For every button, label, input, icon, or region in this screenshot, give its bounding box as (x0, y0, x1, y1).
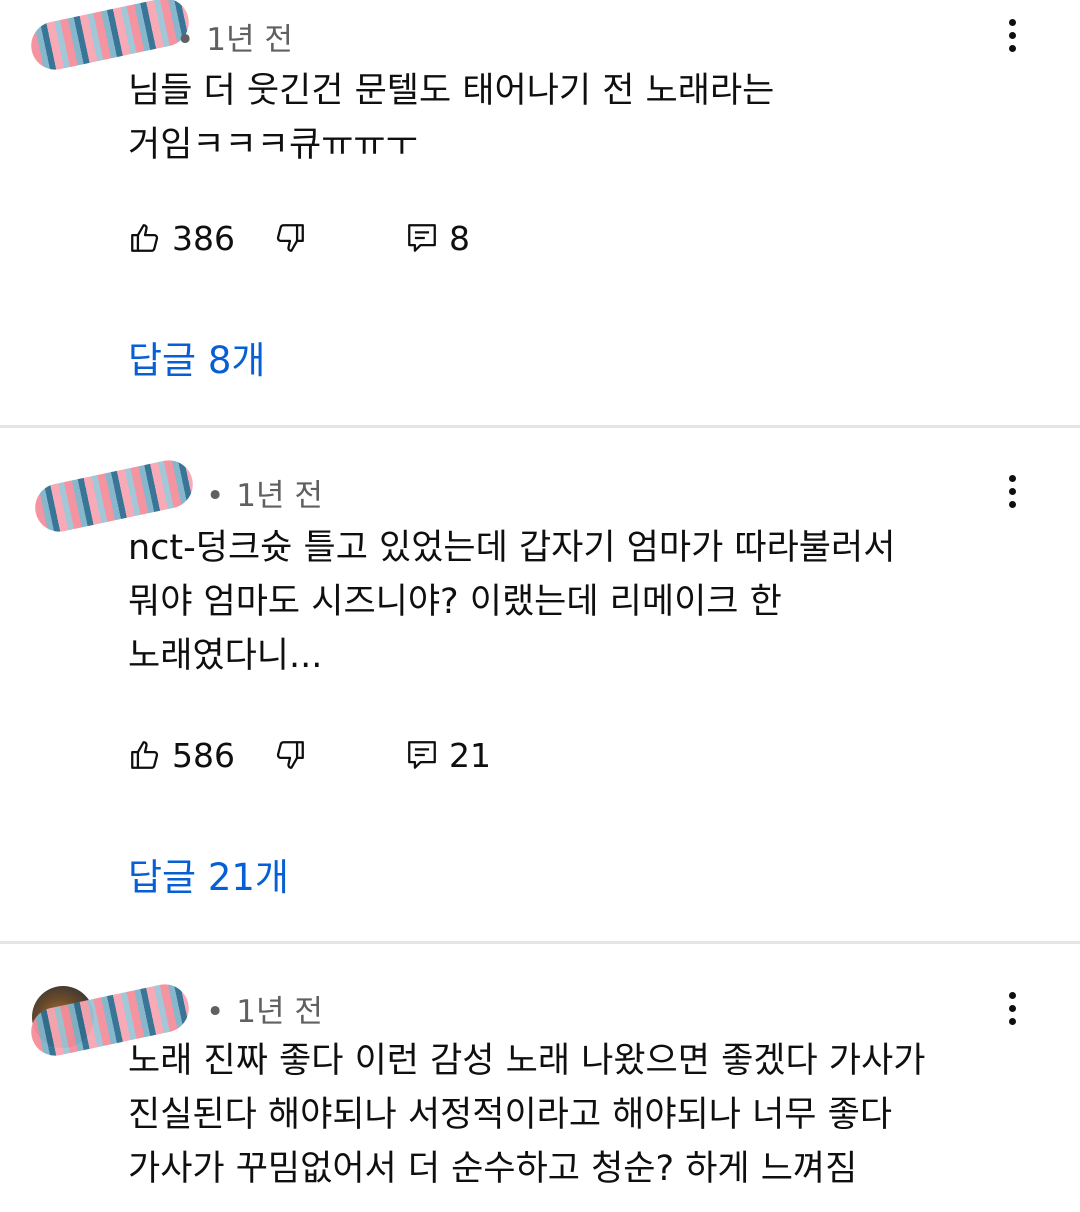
like-button[interactable]: 586 (128, 736, 235, 775)
comment-text-line: 노래였다니... (128, 636, 323, 676)
comment-text-line: 거임ㅋㅋㅋ큐ㅠㅠㅜ (128, 125, 418, 165)
like-button[interactable]: 386 (128, 219, 235, 258)
comment-time: 1년 전 (236, 478, 323, 514)
reply-icon (405, 221, 439, 255)
comment-meta: • 1년 전 (206, 470, 323, 515)
more-vertical-icon[interactable] (992, 469, 1032, 513)
more-vertical-icon[interactable] (992, 986, 1032, 1030)
comment-text-line: nct-덩크슛 틀고 있었는데 갑자기 엄마가 따라불러서 (128, 528, 896, 568)
meta-dot: • (176, 22, 195, 58)
divider (0, 425, 1080, 428)
comment-actions: 386 8 (128, 216, 470, 260)
comment-text-line: 님들 더 웃긴건 문텔도 태어나기 전 노래라는 (128, 71, 775, 111)
comment-text: nct-덩크슛 틀고 있었는데 갑자기 엄마가 따라불러서 뭐야 엄마도 시즈니… (128, 521, 895, 683)
comment-text-line: 노래 진짜 좋다 이런 감성 노래 나왔으면 좋겠다 가사가 (128, 1041, 926, 1081)
comment-text-line: 가사가 꾸밈없어서 더 순수하고 청순? 하게 느껴짐 (128, 1149, 858, 1189)
thumbs-up-icon (128, 221, 162, 255)
divider (0, 941, 1080, 944)
thumbs-down-icon (273, 738, 307, 772)
avatar-redacted[interactable] (26, 0, 194, 75)
reply-button[interactable]: 8 (405, 219, 470, 258)
view-replies-link[interactable]: 답글 21개 (128, 847, 289, 901)
meta-dot: • (206, 994, 225, 1030)
more-vertical-icon[interactable] (992, 13, 1032, 57)
like-count: 586 (172, 735, 235, 775)
thumbs-up-icon (128, 738, 162, 772)
comment-text: 님들 더 웃긴건 문텔도 태어나기 전 노래라는 거임ㅋㅋㅋ큐ㅠㅠㅜ (128, 64, 774, 172)
thumbs-down-icon (273, 221, 307, 255)
comment-time: 1년 전 (236, 994, 323, 1030)
comment-time: 1년 전 (206, 22, 293, 58)
dislike-button[interactable] (273, 738, 307, 772)
comment-text-line: 뭐야 엄마도 시즈니야? 이랬는데 리메이크 한 (128, 582, 782, 622)
reply-button[interactable]: 21 (405, 736, 491, 775)
comment-meta: • 1년 전 (206, 986, 323, 1031)
comment-meta: • 1년 전 (176, 14, 293, 59)
comment-actions: 586 21 (128, 733, 491, 777)
comment-text: 노래 진짜 좋다 이런 감성 노래 나왔으면 좋겠다 가사가 진실된다 해야되나… (128, 1034, 925, 1196)
reply-count: 8 (449, 218, 470, 258)
reply-count: 21 (449, 735, 491, 775)
comment-text-line: 진실된다 해야되나 서정적이라고 해야되나 너무 좋다 (128, 1095, 893, 1135)
reply-icon (405, 738, 439, 772)
like-count: 386 (172, 218, 235, 258)
view-replies-link[interactable]: 답글 8개 (128, 330, 265, 384)
dislike-button[interactable] (273, 221, 307, 255)
meta-dot: • (206, 478, 225, 514)
